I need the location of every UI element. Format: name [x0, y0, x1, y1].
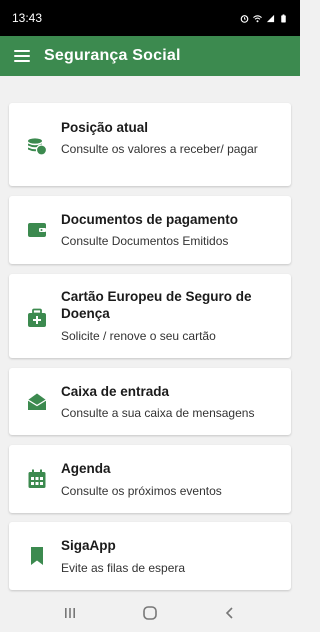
- recent-apps-icon: [65, 608, 75, 618]
- card-subtitle: Evite as filas de espera: [61, 561, 186, 575]
- card-title: Caixa de entrada: [61, 384, 170, 399]
- card-subtitle: Solicite / renove o seu cartão: [61, 329, 216, 343]
- app-bar: Segurança Social: [0, 36, 300, 76]
- card-title: Documentos de pagamento: [61, 212, 239, 227]
- wifi-icon: [253, 14, 262, 22]
- card-agenda[interactable]: Agenda Consulte os próximos eventos: [9, 445, 291, 513]
- card-title: Agenda: [61, 461, 111, 476]
- status-time: 13:43: [12, 11, 43, 25]
- card-caixa-entrada[interactable]: Caixa de entrada Consulte a sua caixa de…: [9, 368, 291, 435]
- recent-apps-button[interactable]: [58, 601, 82, 625]
- app-title: Segurança Social: [44, 47, 181, 64]
- alarm-icon: [240, 14, 249, 23]
- card-posicao-atual[interactable]: Posição atual Consulte os valores a rece…: [9, 103, 291, 186]
- card-title: Cartão Europeu de Seguro de Doença: [61, 289, 252, 321]
- coins-icon: [26, 135, 48, 157]
- home-icon: [143, 606, 157, 620]
- card-subtitle: Consulte os próximos eventos: [61, 484, 222, 498]
- card-documentos-pagamento[interactable]: Documentos de pagamento Consulte Documen…: [9, 196, 291, 264]
- card-sigaapp[interactable]: SigaApp Evite as filas de espera: [9, 522, 291, 590]
- home-button[interactable]: [138, 601, 162, 625]
- card-subtitle: Consulte Documentos Emitidos: [61, 234, 229, 248]
- status-bar: 13:43: [0, 0, 300, 36]
- card-subtitle: Consulte os valores a receber/ pagar: [61, 142, 258, 156]
- card-title: SigaApp: [61, 538, 116, 553]
- menu-icon[interactable]: [14, 50, 30, 62]
- card-title: Posição atual: [61, 120, 149, 135]
- system-nav-bar: [0, 594, 300, 632]
- bookmark-icon: [26, 545, 48, 567]
- calendar-icon: [26, 468, 48, 490]
- status-icons: [240, 13, 288, 23]
- open-envelope-icon: [26, 391, 48, 413]
- signal-icon: [266, 14, 275, 22]
- medical-kit-icon: [26, 307, 48, 329]
- card-cartao-europeu[interactable]: Cartão Europeu de Seguro de Doença Solic…: [9, 274, 291, 358]
- card-subtitle: Consulte a sua caixa de mensagens: [61, 406, 255, 420]
- back-icon: [225, 607, 233, 619]
- battery-icon: [281, 13, 286, 23]
- wallet-icon: [26, 219, 48, 241]
- back-button[interactable]: [218, 601, 242, 625]
